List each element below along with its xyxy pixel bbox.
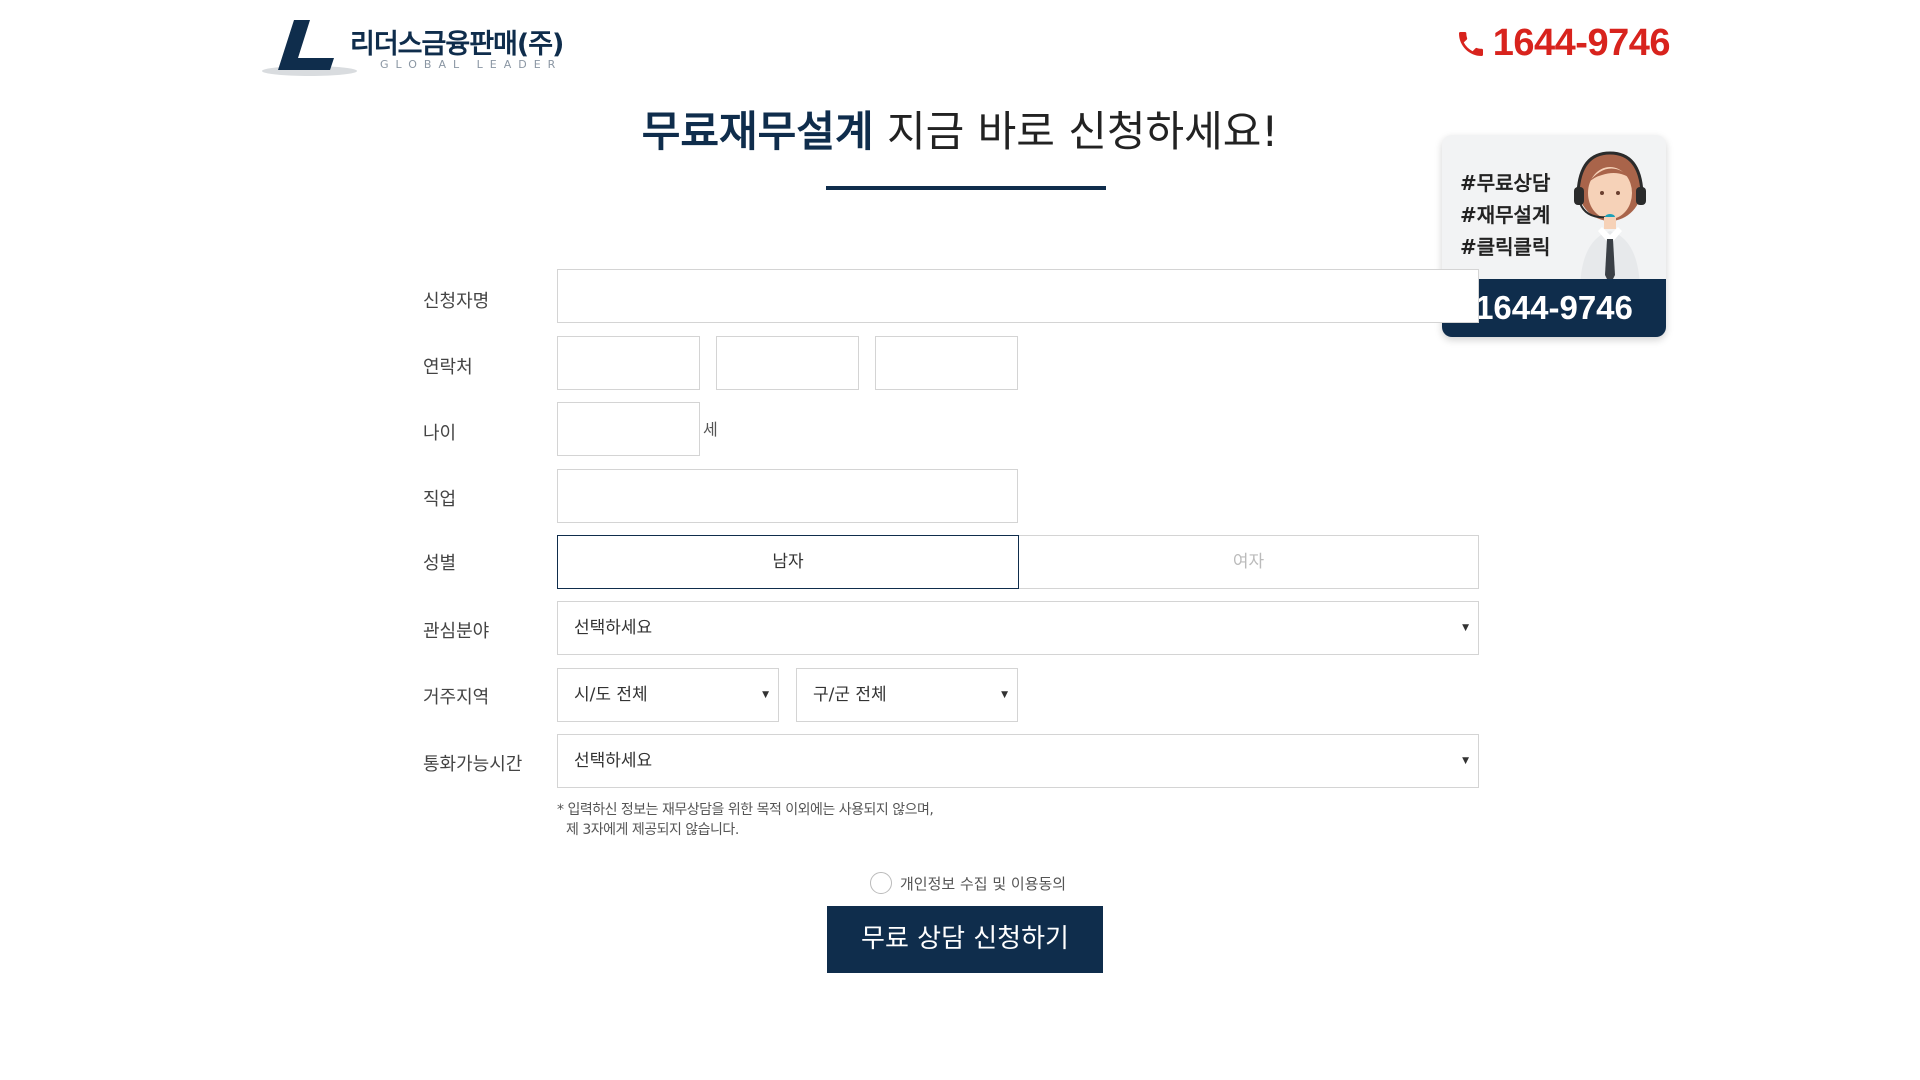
dropdown-arrow-icon: ▼: [762, 690, 769, 700]
privacy-agree-radio[interactable]: [870, 872, 892, 894]
call-card-tag: #무료상담: [1460, 171, 1551, 195]
dropdown-arrow-icon: ▼: [1462, 623, 1469, 633]
contact-input-1[interactable]: [557, 336, 700, 390]
job-label: 직업: [423, 489, 457, 510]
gender-female-button[interactable]: 여자: [1019, 535, 1479, 589]
contact-label: 연락처: [423, 357, 473, 378]
privacy-agree-label: 개인정보 수집 및 이용동의: [900, 874, 1067, 893]
name-input[interactable]: [557, 269, 1479, 323]
privacy-notice-line: 제 3자에게 제공되지 않습니다.: [566, 822, 739, 838]
region-city-select[interactable]: 시/도 전체 ▼: [557, 668, 779, 722]
gender-male-button[interactable]: 남자: [557, 535, 1019, 589]
region-label: 거주지역: [423, 687, 490, 708]
privacy-notice: * 입력하신 정보는 재무상담을 위한 목적 이외에는 사용되지 않으며, 제 …: [557, 800, 934, 840]
privacy-notice-line: * 입력하신 정보는 재무상담을 위한 목적 이외에는 사용되지 않으며,: [557, 802, 934, 818]
phone-icon: [1458, 31, 1483, 56]
dropdown-arrow-icon: ▼: [1462, 756, 1469, 766]
header-phone[interactable]: 1644-9746: [1455, 22, 1671, 65]
page-title-strong: 무료재무설계: [641, 107, 874, 156]
calltime-label: 통화가능시간: [423, 754, 523, 775]
dropdown-arrow-icon: ▼: [1001, 690, 1008, 700]
contact-input-3[interactable]: [875, 336, 1018, 390]
page: 리더스금융판매(주) GLOBAL LEADER 1644-9746 무료재무설…: [0, 0, 1920, 1080]
calltime-select[interactable]: 선택하세요 ▼: [557, 734, 1479, 788]
company-logo[interactable]: 리더스금융판매(주) GLOBAL LEADER: [262, 18, 582, 78]
brand-tagline: GLOBAL LEADER: [380, 58, 563, 71]
submit-button[interactable]: 무료 상담 신청하기: [827, 906, 1103, 973]
brand-name: 리더스금융판매(주): [350, 29, 564, 60]
interest-select-value: 선택하세요: [574, 618, 653, 638]
job-input[interactable]: [557, 469, 1018, 523]
interest-select[interactable]: 선택하세요 ▼: [557, 601, 1479, 655]
contact-input-2[interactable]: [716, 336, 859, 390]
header-phone-number: 1644-9746: [1492, 22, 1671, 64]
call-card-tag: #클릭클릭: [1460, 235, 1551, 259]
age-label: 나이: [423, 423, 457, 444]
page-title-rest: 지금 바로 신청하세요!: [873, 107, 1279, 156]
call-card-tags: #무료상담 #재무설계 #클릭클릭: [1460, 167, 1550, 263]
region-district-value: 구/군 전체: [813, 685, 887, 705]
age-input[interactable]: [557, 402, 700, 456]
name-label: 신청자명: [423, 291, 490, 312]
call-card-tag: #재무설계: [1460, 203, 1551, 227]
calltime-select-value: 선택하세요: [574, 751, 653, 771]
call-agent-icon: [1574, 151, 1646, 287]
region-city-value: 시/도 전체: [574, 685, 648, 705]
interest-label: 관심분야: [423, 621, 490, 642]
gender-label: 성별: [423, 553, 457, 574]
title-underline: [826, 186, 1106, 190]
logo-mark-icon: [278, 20, 334, 70]
age-unit: 세: [703, 420, 718, 439]
privacy-agree[interactable]: 개인정보 수집 및 이용동의: [870, 872, 1066, 894]
region-district-select[interactable]: 구/군 전체 ▼: [796, 668, 1018, 722]
